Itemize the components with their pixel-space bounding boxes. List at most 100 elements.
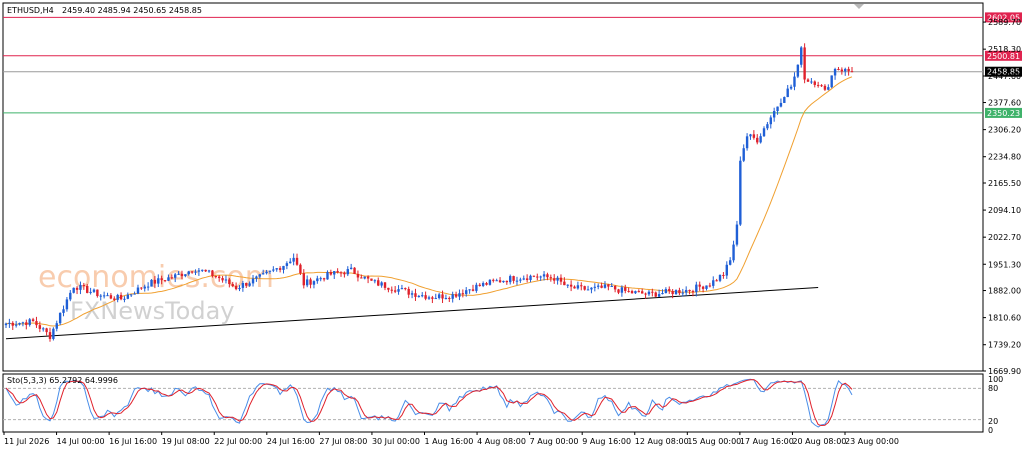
candle-body (410, 293, 414, 295)
candle-body (806, 79, 810, 82)
candle-body (576, 285, 580, 289)
chart-ohlc: 2459.40 2485.94 2450.65 2458.85 (62, 6, 202, 15)
candle-body (624, 287, 627, 291)
x-tick-label: 20 Aug 08:00 (792, 437, 846, 446)
candle-body (505, 280, 509, 283)
candle-body (170, 277, 174, 279)
candle-body (803, 47, 806, 80)
candle-body (75, 287, 79, 290)
candle-body (272, 269, 275, 271)
candle-body (201, 269, 204, 271)
candle-body (349, 267, 353, 270)
candle-body (488, 279, 492, 285)
candle-body (312, 281, 316, 285)
candle-body (844, 68, 847, 72)
candle-body (231, 284, 234, 287)
candle-body (299, 264, 302, 274)
candle-body (119, 294, 123, 300)
candle-body (136, 287, 140, 294)
candle-body (52, 328, 55, 339)
candle-body (651, 291, 654, 293)
candle-body (197, 270, 201, 272)
candle-body (285, 263, 289, 266)
candle-body (255, 276, 258, 279)
candle-body (373, 280, 377, 282)
candle-body (600, 285, 603, 288)
candle-body (762, 128, 766, 137)
candle-body (414, 293, 417, 297)
candle-body (431, 297, 434, 299)
candle-body (184, 274, 187, 277)
candle-body (25, 322, 28, 325)
candle-body (157, 278, 160, 284)
candle-body (204, 269, 207, 272)
candle-body (617, 289, 620, 293)
candle-body (461, 293, 465, 295)
candle-body (657, 294, 661, 297)
candle-body (722, 274, 725, 276)
candle-body (492, 279, 495, 281)
candle-body (712, 280, 715, 286)
candle-body (167, 277, 170, 281)
candle-body (444, 298, 448, 300)
candle-body (627, 290, 630, 292)
candle-body (8, 322, 11, 324)
candle-body (123, 298, 126, 300)
candle-body (688, 289, 691, 292)
candle-body (11, 322, 14, 326)
candle-body (163, 280, 167, 282)
candle-body (58, 312, 62, 324)
candle-body (539, 276, 542, 278)
candle-body (742, 148, 745, 161)
candle-body (336, 271, 339, 273)
candle-body (745, 136, 749, 149)
candle-body (48, 332, 52, 339)
candle-body (536, 276, 539, 278)
candle-body (786, 88, 789, 98)
candle-body (89, 291, 92, 293)
candle-body (485, 283, 488, 285)
candle-body (522, 278, 525, 280)
candle-body (640, 291, 644, 294)
candle-body (309, 279, 312, 285)
candle-body (512, 276, 515, 281)
candle-body (739, 160, 742, 225)
candle-body (329, 272, 333, 275)
candle-body (468, 289, 471, 291)
candle-body (613, 286, 617, 290)
scroll-marker-icon[interactable] (854, 4, 864, 9)
y-tick-label: 2094.10 (988, 206, 1021, 215)
candle-body (664, 289, 668, 294)
osc-level-100: 100 (988, 375, 1003, 384)
candle-body (630, 291, 634, 294)
candle-body (130, 294, 133, 296)
candle-body (546, 274, 549, 278)
candle-body (360, 277, 363, 279)
candle-body (553, 278, 556, 281)
candle-body (783, 97, 786, 103)
candle-body (610, 286, 613, 288)
candle-body (735, 224, 739, 245)
candle-body (732, 244, 735, 261)
candle-body (593, 286, 597, 288)
candle-body (756, 137, 759, 143)
candle-body (566, 284, 569, 286)
candle-body (92, 289, 96, 292)
candle-body (437, 294, 441, 299)
candle-body (698, 284, 701, 287)
candle-body (573, 286, 576, 289)
candle-body (241, 283, 245, 288)
candle-body (194, 271, 197, 273)
candle-body (701, 286, 705, 289)
y-tick-label: 2589.70 (988, 18, 1021, 27)
candle-body (715, 280, 718, 282)
candle-body (583, 286, 586, 290)
candle-body (684, 289, 688, 293)
candle-body (380, 282, 383, 286)
candle-body (654, 292, 657, 297)
candle-body (96, 289, 99, 297)
candle-body (238, 287, 241, 290)
candle-body (728, 260, 732, 265)
candle-body (353, 267, 356, 274)
candle-body (322, 278, 326, 280)
